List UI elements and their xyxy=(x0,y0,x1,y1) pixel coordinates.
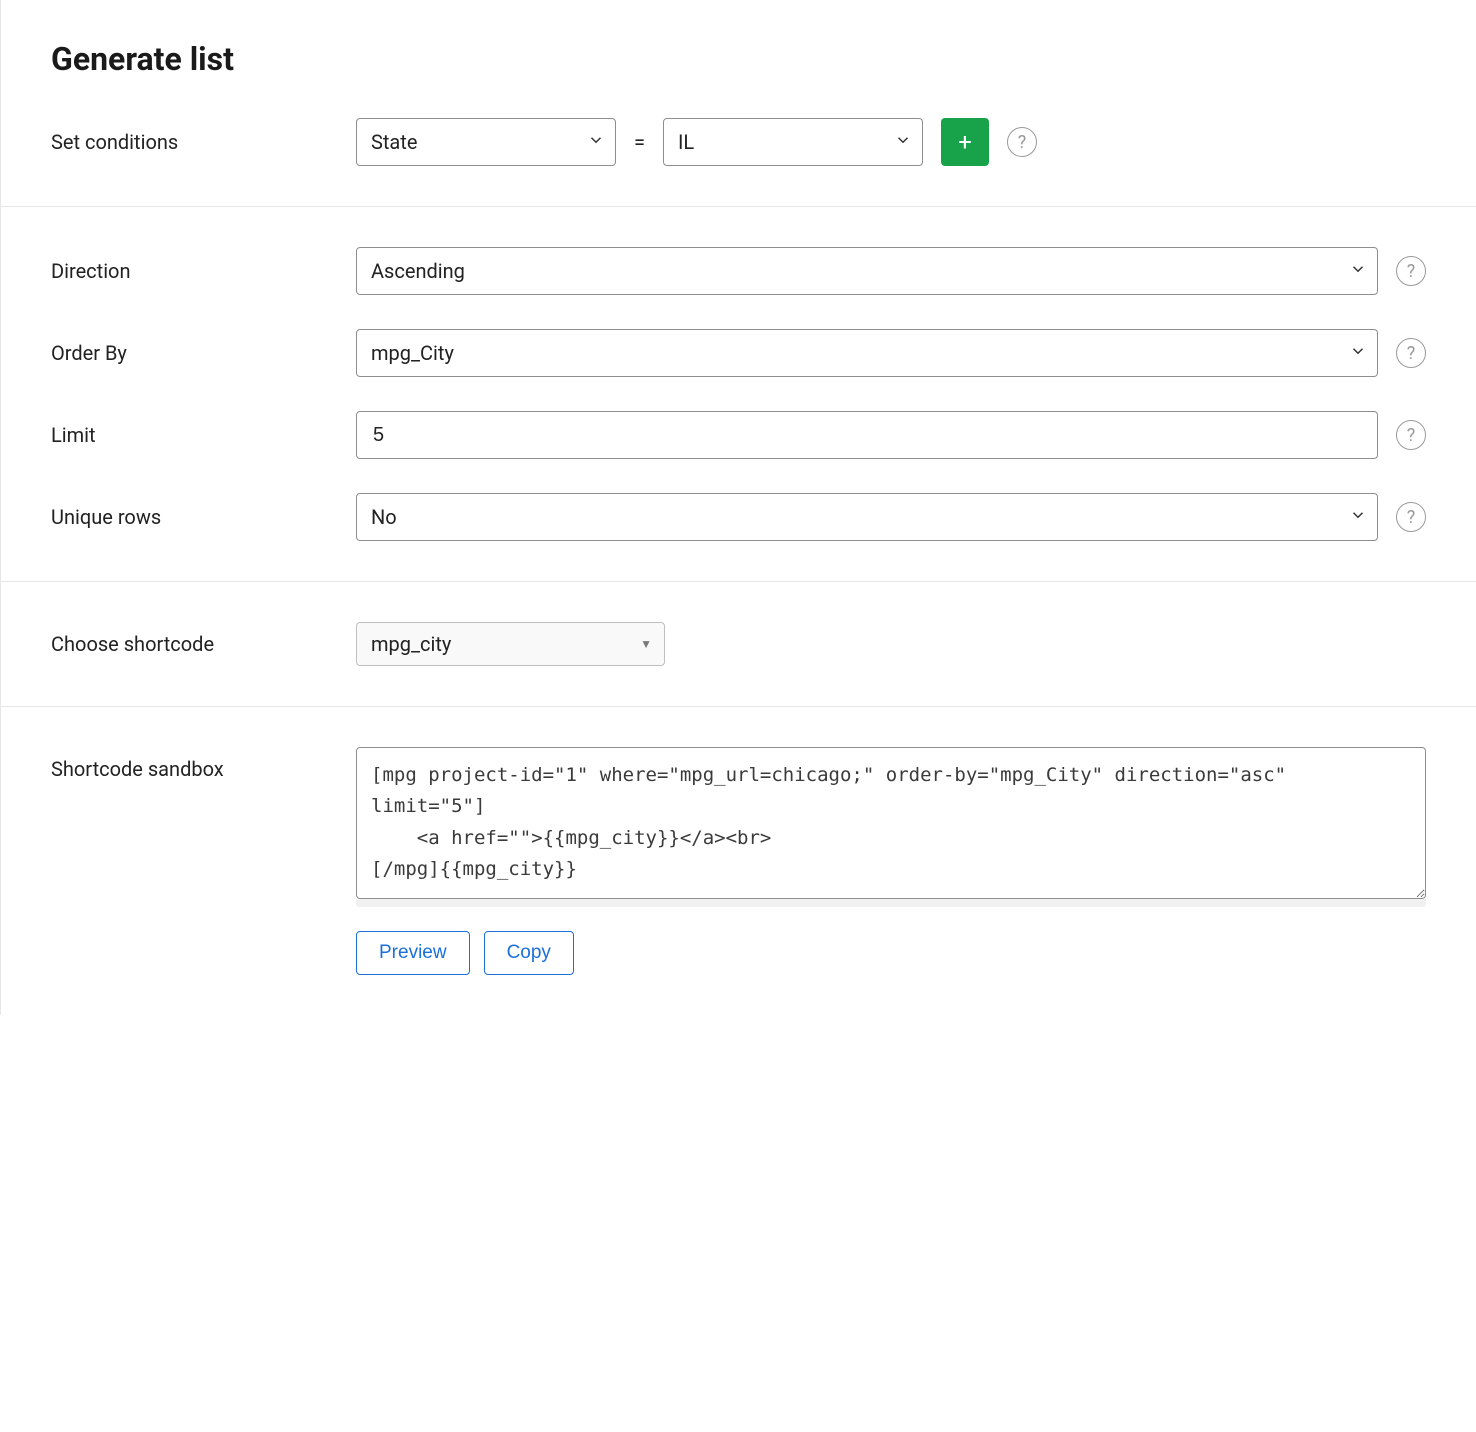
chevron-down-icon xyxy=(1349,505,1367,529)
direction-select[interactable]: Ascending xyxy=(356,247,1378,295)
help-icon[interactable]: ? xyxy=(1007,127,1037,157)
label-unique-rows: Unique rows xyxy=(51,505,356,529)
section-conditions: Generate list Set conditions State = IL xyxy=(1,0,1476,207)
help-icon[interactable]: ? xyxy=(1396,256,1426,286)
generate-list-panel: Generate list Set conditions State = IL xyxy=(0,0,1476,1015)
help-icon[interactable]: ? xyxy=(1396,502,1426,532)
condition-operator: = xyxy=(634,130,645,154)
shortcode-value: mpg_city xyxy=(371,632,451,656)
sandbox-textarea[interactable] xyxy=(356,747,1426,899)
label-sandbox: Shortcode sandbox xyxy=(51,747,356,781)
label-order-by: Order By xyxy=(51,341,356,365)
sandbox-area: Preview Copy xyxy=(356,747,1426,975)
order-by-select[interactable]: mpg_City xyxy=(356,329,1378,377)
chevron-down-icon xyxy=(587,130,605,154)
row-limit: Limit ? xyxy=(51,411,1426,459)
condition-field-value: State xyxy=(371,130,417,154)
row-direction: Direction Ascending ? xyxy=(51,247,1426,295)
label-limit: Limit xyxy=(51,423,356,447)
controls-direction: Ascending ? xyxy=(356,247,1426,295)
condition-value-text: IL xyxy=(678,130,694,154)
shortcode-select[interactable]: mpg_city ▼ xyxy=(356,622,665,666)
triangle-down-icon: ▼ xyxy=(640,637,652,651)
textarea-bottom-shadow xyxy=(356,899,1426,907)
sandbox-buttons: Preview Copy xyxy=(356,931,1426,975)
label-direction: Direction xyxy=(51,259,356,283)
condition-field-select[interactable]: State xyxy=(356,118,616,166)
row-unique-rows: Unique rows No ? xyxy=(51,493,1426,541)
row-choose-shortcode: Choose shortcode mpg_city ▼ xyxy=(51,622,1426,666)
preview-button[interactable]: Preview xyxy=(356,931,470,975)
row-order-by: Order By mpg_City ? xyxy=(51,329,1426,377)
controls-unique-rows: No ? xyxy=(356,493,1426,541)
help-icon[interactable]: ? xyxy=(1396,420,1426,450)
chevron-down-icon xyxy=(1349,259,1367,283)
copy-button[interactable]: Copy xyxy=(484,931,574,975)
label-set-conditions: Set conditions xyxy=(51,130,356,154)
unique-rows-select[interactable]: No xyxy=(356,493,1378,541)
condition-value-select[interactable]: IL xyxy=(663,118,923,166)
direction-value: Ascending xyxy=(371,259,465,283)
chevron-down-icon xyxy=(1349,341,1367,365)
label-choose-shortcode: Choose shortcode xyxy=(51,632,356,656)
add-condition-button[interactable]: + xyxy=(941,118,989,166)
controls-set-conditions: State = IL + ? xyxy=(356,118,1426,166)
limit-input[interactable] xyxy=(371,423,1363,448)
plus-icon: + xyxy=(958,130,972,154)
chevron-down-icon xyxy=(894,130,912,154)
section-shortcode: Choose shortcode mpg_city ▼ xyxy=(1,582,1476,707)
order-by-value: mpg_City xyxy=(371,341,454,365)
controls-limit: ? xyxy=(356,411,1426,459)
row-set-conditions: Set conditions State = IL + xyxy=(51,118,1426,166)
section-ordering: Direction Ascending ? Order By mpg_City xyxy=(1,207,1476,582)
unique-rows-value: No xyxy=(371,505,397,529)
controls-order-by: mpg_City ? xyxy=(356,329,1426,377)
limit-input-wrapper xyxy=(356,411,1378,459)
row-sandbox: Shortcode sandbox Preview Copy xyxy=(51,747,1426,975)
section-sandbox: Shortcode sandbox Preview Copy xyxy=(1,707,1476,1015)
help-icon[interactable]: ? xyxy=(1396,338,1426,368)
page-title: Generate list xyxy=(51,40,1426,78)
controls-choose-shortcode: mpg_city ▼ xyxy=(356,622,1426,666)
